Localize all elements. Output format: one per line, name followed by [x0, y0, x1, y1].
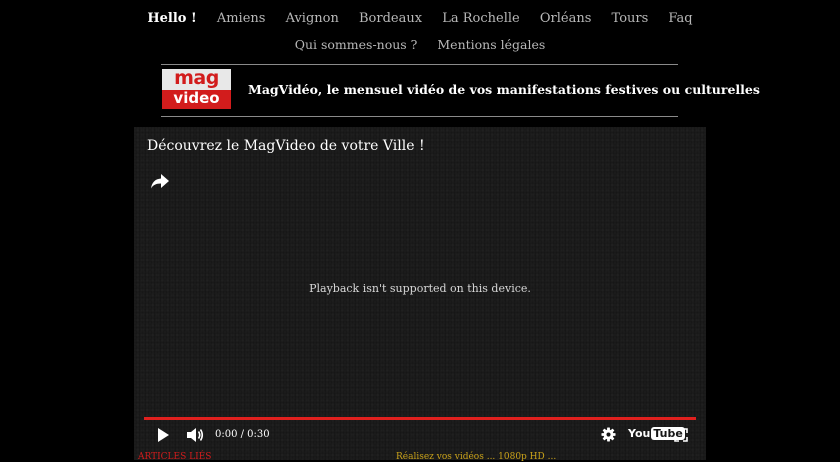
nav-avignon[interactable]: Avignon [286, 11, 339, 26]
related-articles-link[interactable]: ARTICLES LIÉS [138, 452, 211, 462]
nav-legal[interactable]: Mentions légales [437, 37, 545, 52]
bottom-promo-text[interactable]: Réalisez vos vidéos ... 1080p HD ... [396, 452, 556, 462]
time-display: 0:00 / 0:30 [215, 429, 270, 440]
nav-faq[interactable]: Faq [668, 11, 692, 26]
magvideo-logo[interactable]: mag video [162, 69, 231, 109]
nav-orleans[interactable]: Orléans [540, 11, 592, 26]
fullscreen-icon[interactable] [674, 428, 688, 442]
nav-bordeaux[interactable]: Bordeaux [359, 11, 422, 26]
nav-about[interactable]: Qui sommes-nous ? [295, 37, 418, 52]
progress-bar[interactable] [144, 417, 696, 420]
video-title[interactable]: Découvrez le MagVideo de votre Ville ! [147, 138, 425, 154]
divider-bottom [161, 116, 678, 117]
divider-top [161, 64, 678, 65]
nav-la-rochelle[interactable]: La Rochelle [442, 11, 520, 26]
logo-text-video: video [162, 90, 231, 109]
nav-hello[interactable]: Hello ! [147, 11, 196, 26]
volume-icon[interactable] [186, 427, 204, 443]
secondary-nav: Qui sommes-nous ? Mentions légales [0, 37, 840, 52]
youtube-logo-you: You [628, 427, 651, 440]
nav-tours[interactable]: Tours [612, 11, 649, 26]
main-nav: Hello ! Amiens Avignon Bordeaux La Roche… [0, 11, 840, 26]
playback-message: Playback isn't supported on this device. [309, 282, 531, 295]
site-tagline: MagVidéo, le mensuel vidéo de vos manife… [248, 82, 760, 97]
nav-amiens[interactable]: Amiens [217, 11, 266, 26]
gear-icon[interactable] [601, 427, 616, 442]
share-icon[interactable] [149, 171, 171, 191]
video-player[interactable]: Découvrez le MagVideo de votre Ville ! P… [134, 127, 706, 460]
logo-text-mag: mag [174, 67, 219, 89]
play-icon[interactable] [156, 427, 170, 443]
